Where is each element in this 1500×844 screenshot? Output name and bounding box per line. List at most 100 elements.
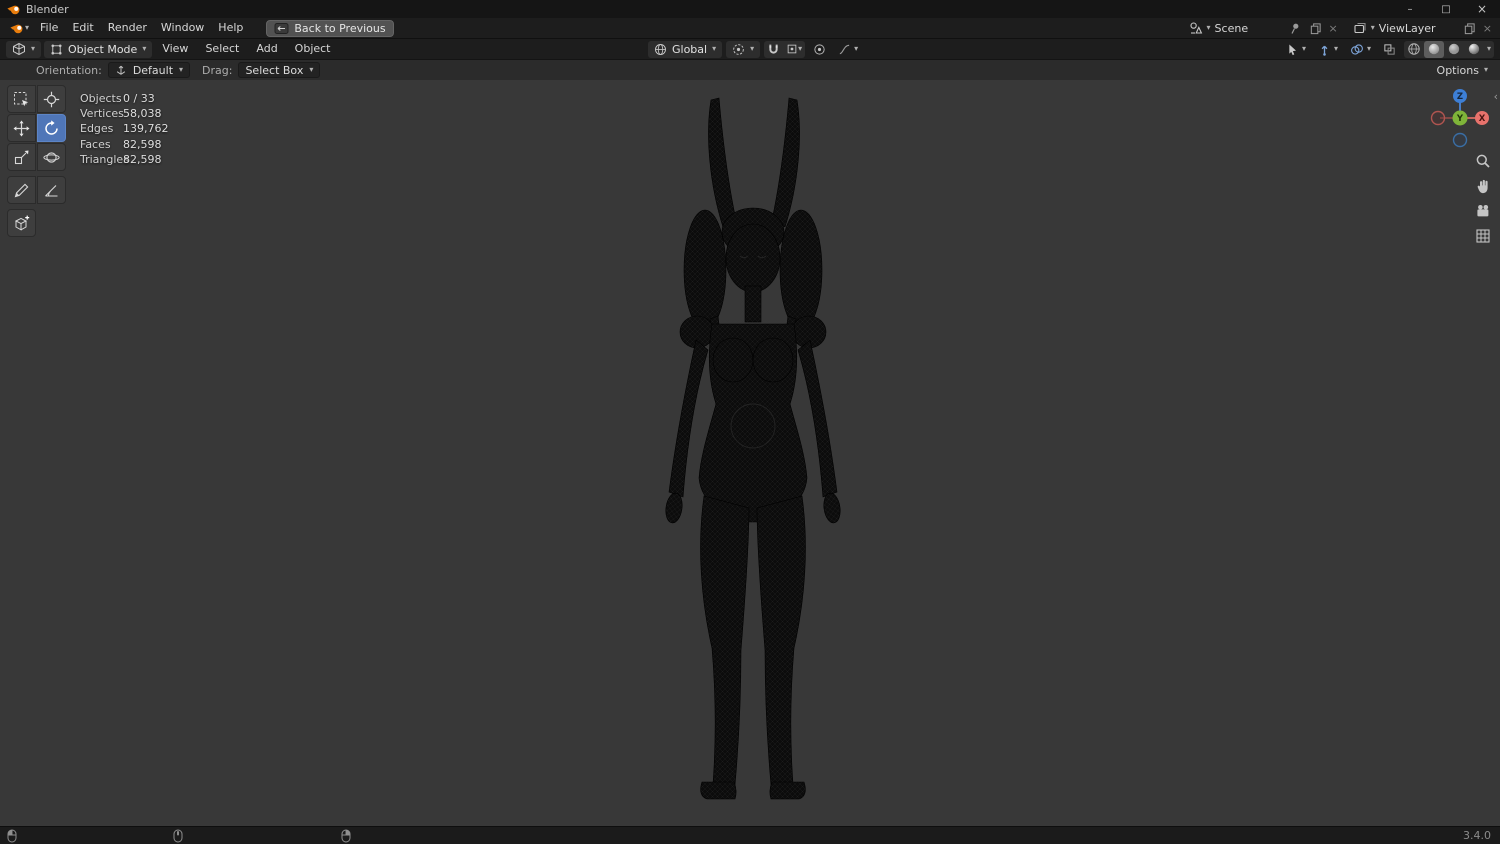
minimize-button[interactable]: – bbox=[1392, 0, 1428, 18]
measure-icon bbox=[45, 184, 58, 197]
close-button[interactable]: × bbox=[1464, 0, 1500, 18]
viewport-3d[interactable]: Objects 0 / 33 Vertices 58,038 Edges 139… bbox=[0, 80, 1500, 826]
tool-move[interactable] bbox=[7, 114, 36, 142]
chevron-down-icon: ▾ bbox=[1370, 23, 1375, 32]
menu-edit[interactable]: Edit bbox=[65, 20, 100, 36]
sidebar-toggle[interactable]: ‹ bbox=[1492, 90, 1500, 103]
tool-transform[interactable] bbox=[37, 143, 66, 171]
editor-type-button[interactable]: ▾ bbox=[6, 40, 42, 58]
show-overlays-toggle[interactable]: ▾ bbox=[1346, 41, 1375, 58]
options-dropdown[interactable]: Options ▾ bbox=[1437, 64, 1488, 77]
viewlayer-icon bbox=[1354, 22, 1366, 34]
stat-value: 0 / 33 bbox=[123, 92, 155, 105]
menu-select[interactable]: Select bbox=[198, 41, 246, 57]
shading-solid-button[interactable] bbox=[1423, 40, 1444, 58]
chevron-down-icon: ▾ bbox=[1486, 44, 1491, 53]
maximize-button[interactable]: □ bbox=[1428, 0, 1464, 18]
show-gizmo-toggle[interactable]: ▾ bbox=[1314, 41, 1342, 58]
snap-group: ▾ bbox=[764, 40, 806, 58]
tool-select-box[interactable] bbox=[7, 85, 36, 113]
chevron-down-icon: ▾ bbox=[1301, 44, 1306, 53]
back-to-previous-label: Back to Previous bbox=[294, 21, 386, 35]
drag-value: Select Box bbox=[245, 63, 304, 77]
rendered-sphere-icon bbox=[1468, 43, 1480, 55]
blender-window: Blender – □ × ▾ File Edit Render Window … bbox=[0, 0, 1500, 844]
orientation-field-label: Orientation: bbox=[36, 63, 102, 77]
remove-viewlayer-button[interactable]: × bbox=[1481, 22, 1494, 35]
menu-help[interactable]: Help bbox=[211, 20, 250, 36]
unlink-scene-button[interactable]: × bbox=[1327, 22, 1340, 35]
model-wireframe[interactable] bbox=[650, 94, 850, 806]
ortho-grid-button[interactable] bbox=[1474, 227, 1492, 245]
proportional-editing-toggle[interactable] bbox=[809, 41, 830, 58]
transform-orientation-dropdown[interactable]: Global ▾ bbox=[648, 40, 723, 58]
duplicate-icon bbox=[1310, 22, 1321, 34]
menu-view[interactable]: View bbox=[155, 41, 195, 57]
shading-dropdown[interactable]: ▾ bbox=[1484, 41, 1494, 58]
character-silhouette bbox=[665, 97, 841, 800]
solid-sphere-icon bbox=[1428, 43, 1440, 55]
chevron-down-icon: ▾ bbox=[1483, 65, 1488, 74]
mode-dropdown[interactable]: Object Mode ▾ bbox=[44, 40, 153, 58]
shading-wireframe-button[interactable] bbox=[1404, 41, 1424, 58]
scene-name[interactable]: Scene bbox=[1215, 22, 1281, 35]
chevron-down-icon: ▾ bbox=[712, 44, 717, 53]
menu-file[interactable]: File bbox=[33, 20, 65, 36]
viewlayer-selector[interactable]: ▾ ViewLayer bbox=[1350, 21, 1458, 35]
pan-tool-button[interactable] bbox=[1474, 177, 1492, 195]
chevron-down-icon: ▾ bbox=[750, 44, 755, 53]
options-label: Options bbox=[1436, 63, 1479, 77]
stat-value: 82,598 bbox=[123, 137, 162, 151]
scene-pin-button[interactable] bbox=[1286, 22, 1304, 35]
navigation-gizmo[interactable]: Z X Y bbox=[1428, 86, 1492, 150]
tool-measure[interactable] bbox=[37, 176, 66, 204]
app-menu-button[interactable]: ▾ bbox=[6, 23, 33, 34]
scene-selector[interactable]: ▾ Scene bbox=[1186, 21, 1284, 35]
pivot-point-dropdown[interactable]: ▾ bbox=[726, 40, 761, 58]
new-scene-button[interactable] bbox=[1306, 22, 1325, 35]
rotate-icon bbox=[45, 119, 58, 135]
tool-scale[interactable] bbox=[7, 143, 36, 171]
axis-neg-x-ball bbox=[1430, 110, 1446, 126]
toolbar bbox=[7, 85, 66, 238]
editor-3d-viewport-icon bbox=[13, 42, 25, 56]
mouse-right-icon bbox=[341, 829, 351, 843]
viewlayer-name[interactable]: ViewLayer bbox=[1379, 22, 1455, 35]
magnifier-icon bbox=[1476, 154, 1490, 168]
proportional-falloff-dropdown[interactable]: ▾ bbox=[834, 41, 862, 58]
selectability-visibility-dropdown[interactable]: ▾ bbox=[1282, 41, 1310, 58]
menu-object[interactable]: Object bbox=[288, 41, 338, 57]
mouse-middle-icon bbox=[173, 829, 183, 843]
tool-add-cube[interactable] bbox=[7, 209, 36, 237]
new-viewlayer-button[interactable] bbox=[1460, 22, 1479, 35]
proportional-edit-icon bbox=[814, 43, 825, 55]
viewport-header: ▾ Object Mode ▾ View Select Add Object G… bbox=[0, 38, 1500, 59]
xray-toggle[interactable] bbox=[1379, 41, 1400, 58]
shading-material-button[interactable] bbox=[1444, 41, 1464, 58]
orientation-dropdown[interactable]: Default ▾ bbox=[107, 62, 191, 78]
zoom-tool-button[interactable] bbox=[1474, 152, 1492, 170]
shading-rendered-button[interactable] bbox=[1464, 41, 1484, 58]
drag-dropdown[interactable]: Select Box ▾ bbox=[238, 62, 321, 78]
chevron-down-icon: ▾ bbox=[179, 65, 184, 74]
wireframe-sphere-icon bbox=[1408, 43, 1420, 55]
global-orientation-icon bbox=[655, 43, 666, 55]
chevron-down-icon: ▾ bbox=[854, 44, 859, 53]
menu-render[interactable]: Render bbox=[101, 20, 154, 36]
status-bar: 3.4.0 bbox=[0, 826, 1500, 844]
keyboard-back-icon bbox=[274, 22, 289, 34]
orientation-label: Global bbox=[672, 42, 708, 56]
snap-toggle[interactable] bbox=[764, 41, 783, 58]
camera-view-button[interactable] bbox=[1474, 202, 1492, 220]
menu-window[interactable]: Window bbox=[154, 20, 211, 36]
move-icon bbox=[13, 120, 30, 136]
title-bar: Blender – □ × bbox=[0, 0, 1500, 18]
tool-rotate[interactable] bbox=[37, 114, 66, 142]
menu-add[interactable]: Add bbox=[249, 41, 284, 57]
tool-cursor[interactable] bbox=[37, 85, 66, 113]
grid-icon bbox=[1476, 229, 1490, 243]
back-to-previous-button[interactable]: Back to Previous bbox=[266, 19, 394, 37]
snap-settings-dropdown[interactable]: ▾ bbox=[783, 41, 805, 58]
chevron-down-icon: ▾ bbox=[1366, 44, 1371, 53]
tool-annotate[interactable] bbox=[7, 176, 36, 204]
